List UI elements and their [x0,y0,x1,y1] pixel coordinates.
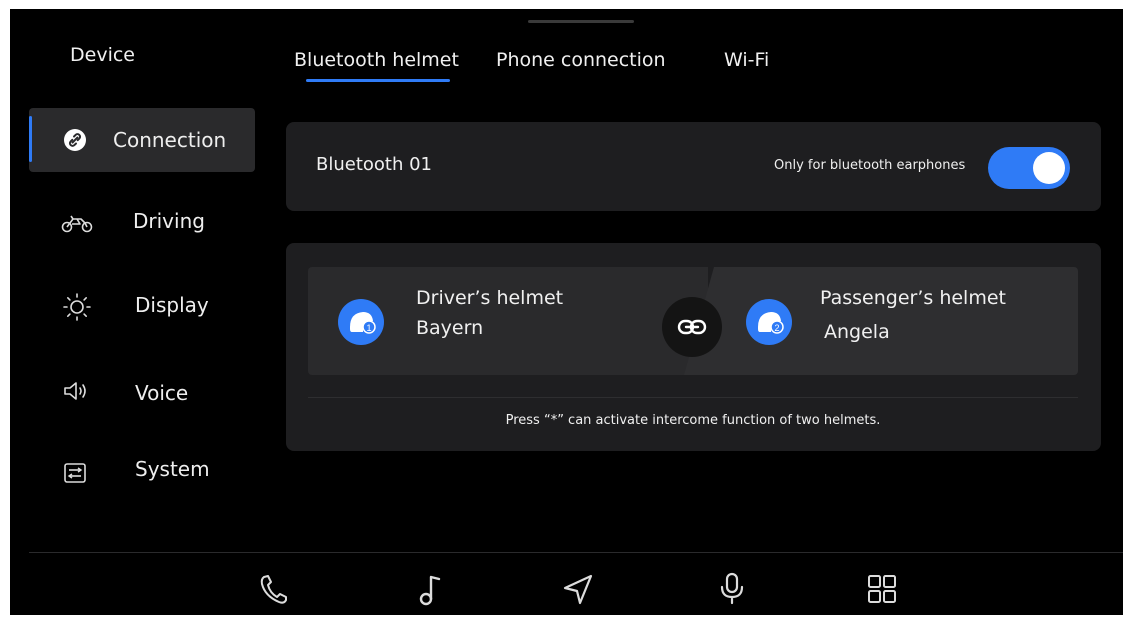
link-helmets-button[interactable] [662,297,722,357]
sidebar-item-connection[interactable]: Connection [29,108,255,172]
sidebar-item-label: Voice [135,381,189,405]
earphones-only-toggle[interactable] [988,147,1070,189]
helmet-icon: 2 [746,299,792,345]
sidebar-item-label: Display [135,293,209,317]
music-note-icon[interactable] [414,571,446,607]
drag-handle[interactable] [528,20,634,23]
apps-grid-icon[interactable] [866,571,898,607]
link-icon [677,319,707,335]
sidebar-item-label: System [135,457,210,481]
helmet-pair: 1 Driver’s helmet Bayern 2 Passenger’s h… [308,267,1078,375]
sidebar-item-label: Driving [133,209,205,233]
helmet-icon: 1 [338,299,384,345]
driver-helmet-name: Bayern [416,317,484,339]
helmets-card: 1 Driver’s helmet Bayern 2 Passenger’s h… [286,243,1101,451]
device-screen: Device Connection Driving Display Voice … [10,9,1123,615]
speaker-icon [64,382,86,400]
phone-icon[interactable] [258,571,290,607]
sidebar-item-system[interactable]: System [29,437,255,501]
bluetooth-name: Bluetooth 01 [316,154,433,175]
toggle-knob [1033,152,1065,184]
sidebar-item-driving[interactable]: Driving [29,187,255,251]
sidebar-item-voice[interactable]: Voice [29,359,255,423]
intercom-hint: Press “*” can activate intercome functio… [505,413,881,428]
driver-helmet-title: Driver’s helmet [416,287,564,309]
active-indicator [29,116,32,162]
bluetooth-card: Bluetooth 01 Only for bluetooth earphone… [286,122,1101,211]
link-icon [64,129,86,151]
passenger-helmet-title: Passenger’s helmet [820,287,1006,309]
sun-icon [63,293,91,321]
sidebar-title: Device [70,44,135,66]
navigation-icon[interactable] [562,571,594,607]
passenger-helmet-name: Angela [824,321,890,343]
tab-bluetooth-helmet[interactable]: Bluetooth helmet [294,49,459,71]
tab-wifi[interactable]: Wi-Fi [724,49,769,71]
dock-divider [29,552,1123,553]
helmet-badge: 2 [774,323,779,333]
tab-phone-connection[interactable]: Phone connection [496,49,666,71]
active-tab-indicator [306,79,450,82]
sidebar-item-display[interactable]: Display [29,271,255,335]
motorcycle-icon [61,215,93,233]
microphone-icon[interactable] [716,571,748,607]
sidebar-item-label: Connection [113,128,227,152]
helmet-badge: 1 [366,323,371,333]
toggle-label: Only for bluetooth earphones [774,158,966,173]
system-icon [64,463,86,483]
divider [308,397,1078,398]
